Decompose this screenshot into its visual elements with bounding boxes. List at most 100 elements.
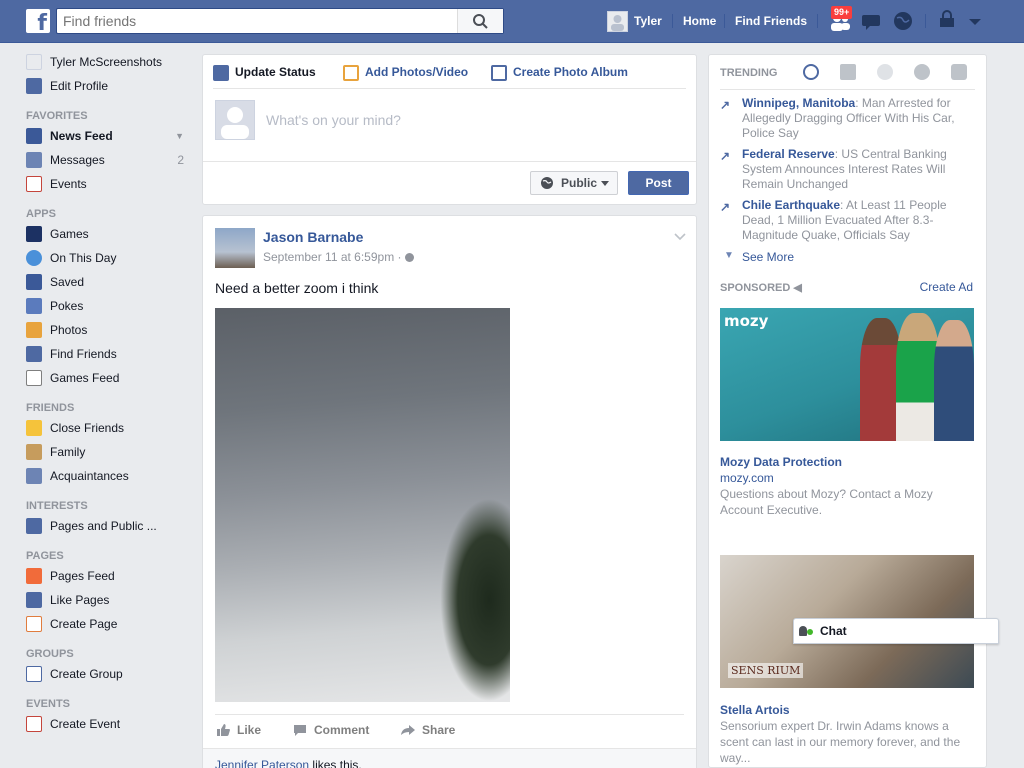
sidebar-item-pokes[interactable]: Pokes	[26, 296, 196, 320]
sidebar-item-edit-profile[interactable]: Edit Profile	[26, 76, 196, 100]
science-icon[interactable]	[877, 64, 893, 80]
sidebar-item-create-group[interactable]: Create Group	[26, 664, 196, 688]
chevron-down-icon: ▼	[724, 250, 734, 261]
sidebar-item-pages-feed[interactable]: Pages Feed	[26, 566, 196, 590]
find-friends-link[interactable]: Find Friends	[735, 0, 807, 43]
trending-item[interactable]: ↗ Winnipeg, Manitoba: Man Arrested for Al…	[720, 96, 970, 141]
sidebar-item-create-event[interactable]: Create Event	[26, 714, 196, 738]
status-composer: Update Status Add Photos/Video Create Ph…	[202, 54, 697, 205]
sidebar-item-saved[interactable]: Saved	[26, 272, 196, 296]
camera-icon	[343, 65, 359, 81]
tree-silhouette	[440, 498, 510, 702]
avatar-icon	[26, 54, 42, 70]
caret-icon[interactable]: ▼	[175, 126, 184, 146]
tab-add-photos[interactable]: Add Photos/Video	[343, 65, 468, 87]
liker-link[interactable]: Jennifer Paterson	[215, 758, 309, 768]
user-avatar[interactable]	[607, 11, 628, 32]
nav-divider	[724, 14, 725, 28]
post-options-chevron-icon[interactable]	[674, 228, 686, 244]
interests-heading: INTERESTS	[26, 500, 88, 512]
entertainment-icon[interactable]	[951, 64, 967, 80]
sidebar-item-on-this-day[interactable]: On This Day	[26, 248, 196, 272]
ad-image-mozy[interactable]: mozy	[720, 308, 974, 441]
top-bar: f Tyler Home Find Friends 99+	[0, 0, 1024, 43]
chevron-down-icon[interactable]	[963, 10, 987, 32]
pencil-icon	[213, 65, 229, 81]
sports-icon[interactable]	[914, 64, 930, 80]
create-page-icon	[26, 616, 42, 632]
comment-button[interactable]: Comment	[292, 723, 369, 737]
ad-description: Questions about Mozy? Contact a Mozy Acc…	[720, 487, 933, 517]
sidebar-item-create-page[interactable]: Create Page	[26, 614, 196, 638]
trending-item[interactable]: ↗ Chile Earthquake: At Least 11 People De…	[720, 198, 970, 243]
ad-title[interactable]: Mozy Data Protection	[720, 455, 842, 469]
clock-icon	[26, 250, 42, 266]
globe-icon	[541, 177, 553, 189]
home-link[interactable]: Home	[683, 0, 716, 43]
trending-heading: TRENDING	[720, 67, 778, 79]
globe-icon[interactable]	[891, 10, 915, 32]
divider	[720, 89, 975, 90]
controller-icon	[26, 370, 42, 386]
acquaintances-icon	[26, 468, 42, 484]
create-event-icon	[26, 716, 42, 732]
news-feed-icon	[26, 128, 42, 144]
calendar-icon	[26, 176, 42, 192]
share-icon	[401, 725, 415, 735]
ad-brand-text: SENS RIUM	[728, 663, 804, 678]
pencil-icon	[26, 78, 42, 94]
bookmark-icon	[26, 274, 42, 290]
composer-footer: Public Post	[203, 161, 696, 205]
trending-item[interactable]: ↗ Federal Reserve: US Central Banking Sys…	[720, 147, 970, 192]
post-button[interactable]: Post	[628, 171, 689, 195]
ad-domain[interactable]: mozy.com	[720, 471, 774, 485]
notification-badge: 99+	[831, 6, 853, 19]
profile-link[interactable]: Tyler	[634, 0, 662, 43]
see-more-link[interactable]: ▼ See More	[724, 250, 794, 264]
sidebar-item-games-feed[interactable]: Games Feed	[26, 368, 196, 392]
trending-arrow-icon: ↗	[720, 200, 731, 214]
audience-selector[interactable]: Public	[530, 171, 618, 195]
sidebar-item-profile[interactable]: Tyler McScreenshots	[26, 52, 196, 76]
sidebar-item-messages[interactable]: Messages 2	[26, 150, 196, 174]
privacy-shortcuts-icon[interactable]	[936, 10, 960, 32]
search-input[interactable]	[57, 9, 457, 33]
share-button[interactable]: Share	[400, 723, 455, 737]
ad-person	[934, 320, 974, 441]
chat-bar[interactable]: Chat	[793, 618, 999, 644]
sidebar-item-events[interactable]: Events	[26, 174, 196, 198]
create-ad-link[interactable]: Create Ad	[920, 280, 973, 294]
sidebar-item-family[interactable]: Family	[26, 442, 196, 466]
like-button[interactable]: Like	[215, 723, 261, 737]
messages-icon[interactable]	[860, 10, 884, 32]
thumbs-up-icon	[217, 724, 230, 736]
sidebar-item-find-friends[interactable]: Find Friends	[26, 344, 196, 368]
author-avatar[interactable]	[215, 228, 255, 268]
post-timestamp[interactable]: September 11 at 6:59pm ·	[263, 250, 414, 264]
sidebar-item-photos[interactable]: Photos	[26, 320, 196, 344]
post-photo[interactable]	[215, 308, 510, 702]
album-icon	[491, 65, 507, 81]
thumbs-up-icon	[26, 592, 42, 608]
sidebar-item-games[interactable]: Games	[26, 224, 196, 248]
facebook-logo[interactable]: f	[26, 9, 50, 35]
post-text: Need a better zoom i think	[215, 280, 379, 296]
politics-icon[interactable]	[840, 64, 856, 80]
status-input[interactable]: What's on your mind?	[266, 112, 401, 128]
nav-divider	[817, 14, 818, 28]
sidebar-item-like-pages[interactable]: Like Pages	[26, 590, 196, 614]
tab-update-status[interactable]: Update Status	[213, 65, 316, 87]
trending-arrow-icon: ↗	[720, 149, 731, 163]
trending-top-icon[interactable]	[803, 64, 819, 80]
ad-title[interactable]: Stella Artois	[720, 703, 790, 717]
post-author[interactable]: Jason Barnabe	[263, 229, 363, 245]
poke-icon	[26, 298, 42, 314]
tab-create-album[interactable]: Create Photo Album	[491, 65, 628, 87]
sidebar-item-pages-and-public[interactable]: Pages and Public ...	[26, 516, 196, 540]
sidebar-item-acquaintances[interactable]: Acquaintances	[26, 466, 196, 490]
feed-post: Jason Barnabe September 11 at 6:59pm · N…	[202, 215, 697, 768]
sidebar-item-news-feed[interactable]: News Feed ▼	[26, 126, 196, 150]
sidebar-item-close-friends[interactable]: Close Friends	[26, 418, 196, 442]
search-button[interactable]	[457, 9, 503, 33]
friends-heading: FRIENDS	[26, 402, 75, 414]
